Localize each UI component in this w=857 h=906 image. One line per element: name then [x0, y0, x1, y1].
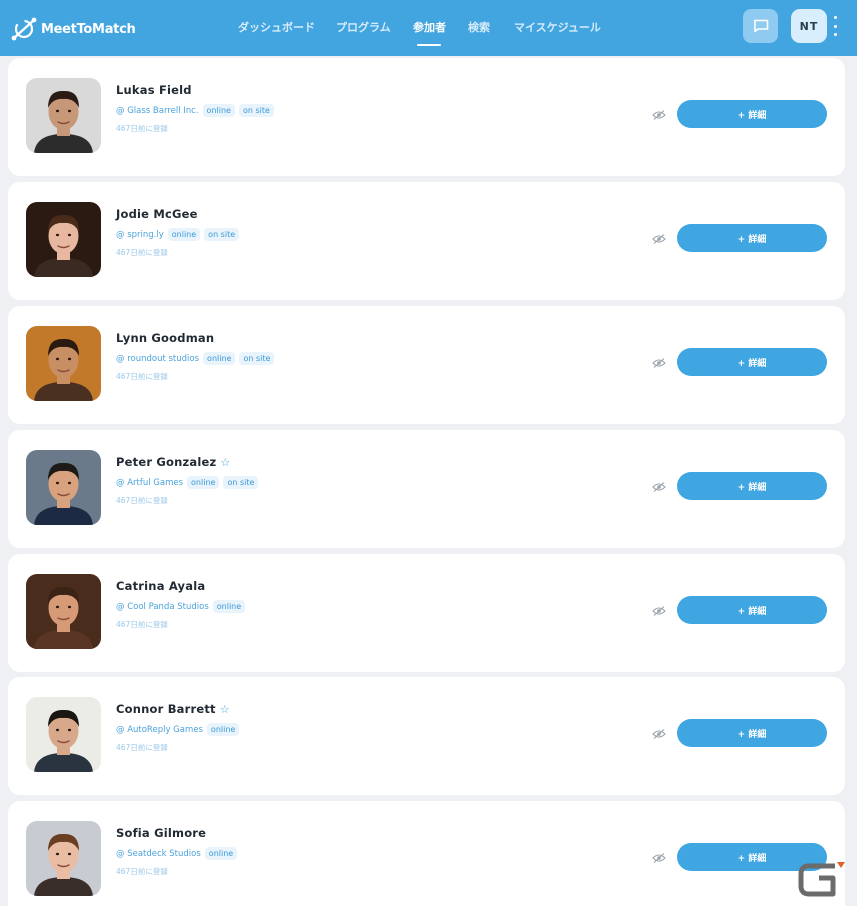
detail-button[interactable]: + 詳細	[677, 719, 827, 747]
nav-program[interactable]: プログラム	[336, 19, 391, 35]
attendee-name[interactable]: Jodie McGee	[116, 207, 198, 221]
nav-search[interactable]: 検索	[468, 19, 490, 35]
nav-attendees[interactable]: 参加者	[413, 19, 446, 35]
attendee-organization[interactable]: @ AutoReply Games	[116, 725, 203, 735]
eye-slash-icon[interactable]	[652, 606, 666, 616]
status-tag: on site	[238, 104, 274, 117]
status-tag: on site	[204, 228, 240, 241]
attendee-organization[interactable]: @ roundout studios	[116, 354, 199, 364]
more-vertical-icon[interactable]	[834, 16, 838, 36]
attendee-photo[interactable]	[26, 574, 101, 649]
detail-button[interactable]: + 詳細	[677, 596, 827, 624]
eye-slash-icon[interactable]	[652, 234, 666, 244]
attendee-name[interactable]: Lukas Field	[116, 83, 192, 97]
attendee-name[interactable]: Catrina Ayala	[116, 579, 205, 593]
registered-date: 467日前に登録	[116, 248, 168, 257]
registered-date: 467日前に登録	[116, 620, 168, 629]
registered-date: 467日前に登録	[116, 496, 168, 505]
attendee-photo[interactable]	[26, 326, 101, 401]
attendee-photo[interactable]	[26, 697, 101, 772]
status-tag: online	[212, 600, 246, 613]
status-tag: online	[203, 352, 236, 365]
attendee-name[interactable]: Peter Gonzalez	[116, 455, 216, 469]
attendee-organization[interactable]: @ Artful Games	[116, 478, 183, 488]
attendee-organization[interactable]: @ spring.ly	[116, 230, 164, 240]
attendee-organization[interactable]: @ Cool Panda Studios	[116, 602, 209, 612]
active-tab-indicator	[417, 44, 441, 46]
attendee-card: Catrina Ayala @ Cool Panda Studios onlin…	[8, 554, 845, 672]
registered-date: 467日前に登録	[116, 743, 168, 752]
star-icon[interactable]: ☆	[220, 703, 230, 716]
attendee-name[interactable]: Sofia Gilmore	[116, 826, 206, 840]
attendee-card: Lynn Goodman @ roundout studios online on…	[8, 306, 845, 424]
attendee-card: Lukas Field @ Glass Barrell Inc. online o…	[8, 58, 845, 176]
eye-slash-icon[interactable]	[652, 358, 666, 368]
watermark-logo	[798, 862, 845, 897]
detail-button[interactable]: + 詳細	[677, 100, 827, 128]
registered-date: 467日前に登録	[116, 124, 168, 133]
eye-slash-icon[interactable]	[652, 729, 666, 739]
attendee-photo[interactable]	[26, 202, 101, 277]
eye-slash-icon[interactable]	[652, 853, 666, 863]
status-tag: online	[187, 476, 220, 489]
attendee-card: Connor Barrett ☆ @ AutoReply Games onlin…	[8, 677, 845, 795]
eye-slash-icon[interactable]	[652, 110, 666, 120]
status-tag: online	[202, 104, 235, 117]
status-tag: online	[206, 723, 240, 736]
attendee-card: Peter Gonzalez ☆ @ Artful Games online on…	[8, 430, 845, 548]
attendee-photo[interactable]	[26, 78, 101, 153]
chat-icon	[753, 19, 768, 33]
attendee-card: Jodie McGee @ spring.ly online on site 46…	[8, 182, 845, 300]
main-nav: ダッシュボード プログラム 参加者 検索 マイスケジュール	[0, 0, 857, 56]
status-tag: online	[167, 228, 201, 241]
attendee-photo[interactable]	[26, 821, 101, 896]
eye-slash-icon[interactable]	[652, 482, 666, 492]
user-avatar-button[interactable]: NT	[791, 9, 827, 43]
detail-button[interactable]: + 詳細	[677, 348, 827, 376]
registered-date: 467日前に登録	[116, 372, 168, 381]
status-tag: online	[204, 847, 238, 860]
detail-button[interactable]: + 詳細	[677, 472, 827, 500]
nav-dashboard[interactable]: ダッシュボード	[238, 19, 315, 35]
chat-button[interactable]	[743, 9, 778, 43]
detail-button[interactable]: + 詳細	[677, 224, 827, 252]
star-icon[interactable]: ☆	[220, 456, 230, 469]
attendee-organization[interactable]: @ Seatdeck Studios	[116, 849, 201, 859]
attendee-name[interactable]: Connor Barrett	[116, 702, 216, 716]
registered-date: 467日前に登録	[116, 867, 168, 876]
status-tag: on site	[223, 476, 259, 489]
attendee-card: Sofia Gilmore @ Seatdeck Studios online …	[8, 801, 845, 906]
top-navigation-bar: MeetToMatch ダッシュボード プログラム 参加者 検索 マイスケジュー…	[0, 0, 857, 56]
status-tag: on site	[239, 352, 275, 365]
attendee-photo[interactable]	[26, 450, 101, 525]
attendee-organization[interactable]: @ Glass Barrell Inc.	[116, 106, 199, 116]
nav-my-schedule[interactable]: マイスケジュール	[514, 19, 601, 35]
attendee-name[interactable]: Lynn Goodman	[116, 331, 214, 345]
